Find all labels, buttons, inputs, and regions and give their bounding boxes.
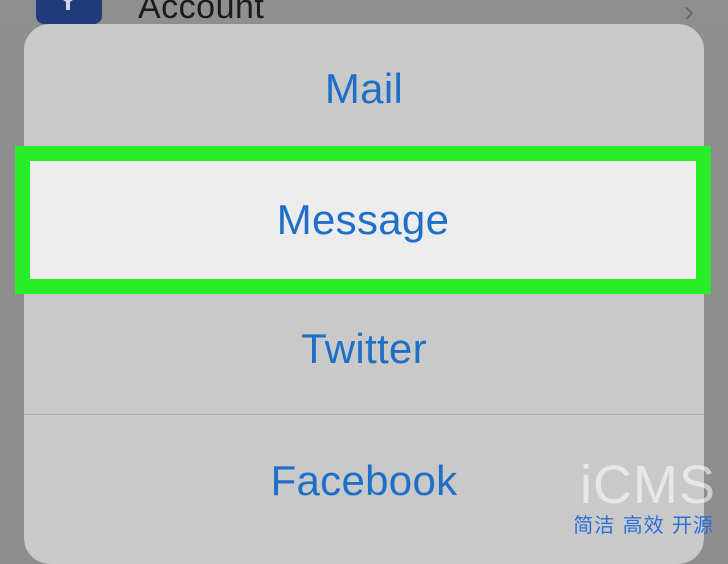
key-icon [36,0,102,24]
share-option-message[interactable]: Message [15,146,711,294]
share-action-sheet: Mail Twitter Facebook [24,24,704,564]
share-option-mail[interactable]: Mail [24,24,704,154]
share-option-label: Twitter [301,325,427,372]
share-option-label: Message [276,196,450,243]
chevron-right-icon: › [684,0,694,28]
share-option-facebook[interactable]: Facebook [24,416,704,546]
background-row-label: Account [138,0,265,26]
divider [24,414,704,415]
share-option-label: Mail [324,65,404,112]
share-option-twitter[interactable]: Twitter [24,284,704,414]
share-option-label: Facebook [270,457,458,504]
background-settings-row: Account › [0,0,728,28]
